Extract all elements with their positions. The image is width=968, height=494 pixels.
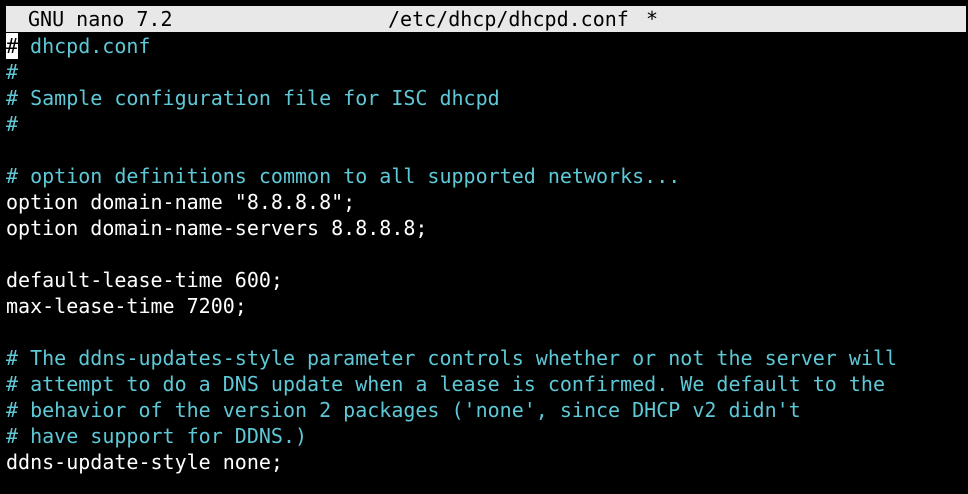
text-buffer[interactable]: # dhcpd.conf # # Sample configuration fi… [6, 33, 966, 475]
modified-indicator: * [646, 7, 659, 31]
buffer-line-blank[interactable] [6, 137, 966, 163]
buffer-line[interactable]: option domain-name-servers 8.8.8.8; [6, 215, 966, 241]
buffer-line[interactable]: ddns-update-style none; [6, 449, 966, 475]
buffer-line[interactable]: # attempt to do a DNS update when a leas… [6, 371, 966, 397]
buffer-line[interactable]: # have support for DDNS.) [6, 423, 966, 449]
line-text: dhcpd.conf [18, 34, 151, 58]
nano-titlebar: GNU nano 7.2 /etc/dhcp/dhcpd.conf * [6, 6, 966, 32]
buffer-line[interactable]: max-lease-time 7200; [6, 293, 966, 319]
editor-version: GNU nano 7.2 [28, 7, 173, 31]
buffer-line-blank[interactable] [6, 319, 966, 345]
buffer-line[interactable]: # The ddns-updates-style parameter contr… [6, 345, 966, 371]
buffer-line[interactable]: default-lease-time 600; [6, 267, 966, 293]
buffer-line-blank[interactable] [6, 241, 966, 267]
buffer-line[interactable]: # [6, 59, 966, 85]
buffer-line[interactable]: # Sample configuration file for ISC dhcp… [6, 85, 966, 111]
file-path: /etc/dhcp/dhcpd.conf [388, 7, 629, 31]
buffer-line[interactable]: # [6, 111, 966, 137]
text-cursor: # [6, 33, 19, 59]
buffer-line[interactable]: # behavior of the version 2 packages ('n… [6, 397, 966, 423]
buffer-line[interactable]: # option definitions common to all suppo… [6, 163, 966, 189]
buffer-line[interactable]: # dhcpd.conf [6, 33, 966, 59]
buffer-line[interactable]: option domain-name "8.8.8.8"; [6, 189, 966, 215]
nano-terminal[interactable]: GNU nano 7.2 /etc/dhcp/dhcpd.conf * # dh… [0, 0, 968, 494]
